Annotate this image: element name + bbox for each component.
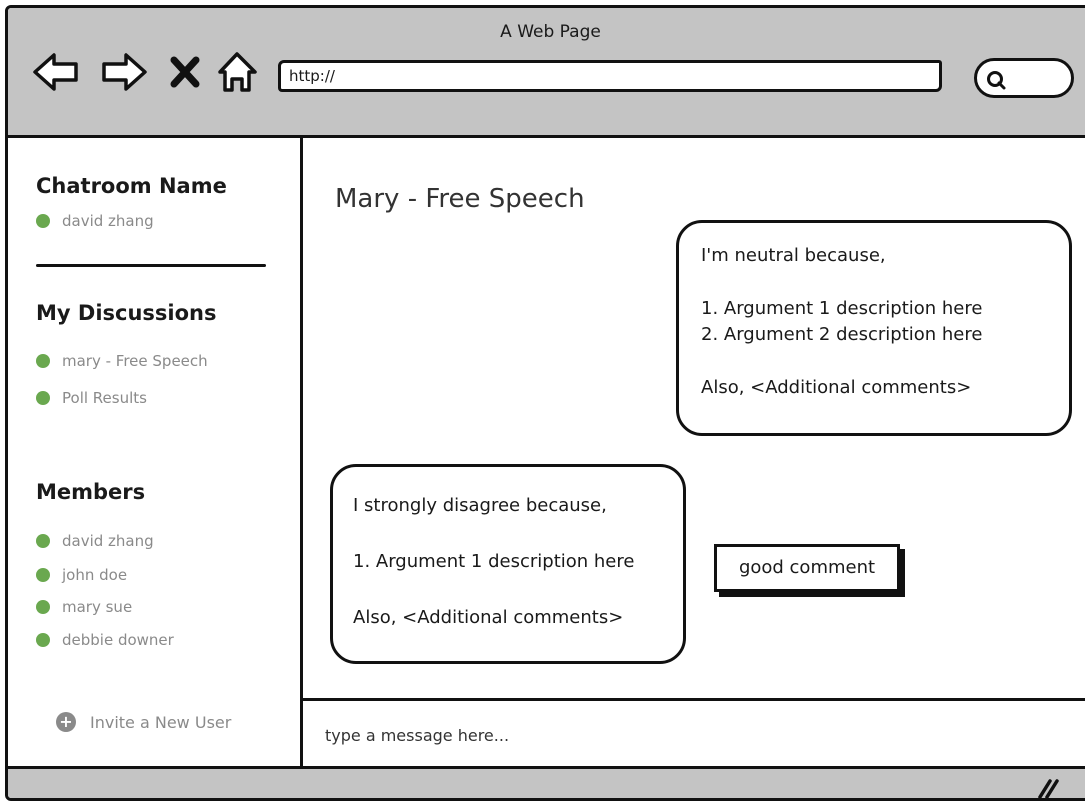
message-argument: 1. Argument 1 description here xyxy=(353,551,635,572)
search-field[interactable] xyxy=(974,58,1074,98)
page-title: Mary - Free Speech xyxy=(335,184,585,214)
member-label: david zhang xyxy=(62,532,154,550)
discussion-label: mary - Free Speech xyxy=(62,352,208,370)
message-extra: Also, <Additional comments> xyxy=(353,607,624,628)
message-input[interactable] xyxy=(323,717,1027,753)
member-label: mary sue xyxy=(62,598,133,616)
online-status-icon xyxy=(36,600,50,614)
status-dot-icon xyxy=(36,354,50,368)
members-heading: Members xyxy=(36,480,146,504)
chatroom-user: david zhang xyxy=(36,212,154,230)
message-extra: Also, <Additional comments> xyxy=(701,377,972,398)
chat-panel: Mary - Free Speech I'm neutral because, … xyxy=(303,138,1085,698)
chatroom-heading: Chatroom Name xyxy=(36,174,227,198)
discussion-label: Poll Results xyxy=(62,389,147,407)
resize-grip-icon[interactable] xyxy=(1036,777,1060,799)
online-status-icon xyxy=(36,568,50,582)
online-status-icon xyxy=(36,633,50,647)
sidebar: Chatroom Name david zhang My Discussions… xyxy=(8,138,303,766)
plus-circle-icon: + xyxy=(56,712,76,732)
good-comment-button[interactable]: good comment xyxy=(714,544,900,592)
discussions-heading: My Discussions xyxy=(36,301,217,325)
member-item[interactable]: debbie downer xyxy=(36,631,174,649)
message-argument: 1. Argument 1 description here xyxy=(701,298,983,319)
message-intro: I'm neutral because, xyxy=(701,245,886,266)
member-label: debbie downer xyxy=(62,631,174,649)
chatroom-user-label: david zhang xyxy=(62,212,154,230)
forward-icon[interactable] xyxy=(100,50,147,94)
message-bubble: I'm neutral because, 1. Argument 1 descr… xyxy=(676,220,1072,436)
member-label: john doe xyxy=(62,566,128,584)
online-status-icon xyxy=(36,214,50,228)
member-item[interactable]: mary sue xyxy=(36,598,132,616)
message-argument: 2. Argument 2 description here xyxy=(701,324,983,345)
discussion-item-free-speech[interactable]: mary - Free Speech xyxy=(36,352,208,370)
browser-window: A Web Page http:// Chatroom Name david z… xyxy=(5,5,1085,801)
message-composer xyxy=(303,698,1085,769)
status-bar xyxy=(8,766,1085,799)
address-bar[interactable]: http:// xyxy=(278,60,942,92)
message-intro: I strongly disagree because, xyxy=(353,495,607,516)
window-title: A Web Page xyxy=(500,22,601,42)
discussion-item-poll-results[interactable]: Poll Results xyxy=(36,389,147,407)
back-icon[interactable] xyxy=(32,50,78,94)
divider xyxy=(36,264,266,267)
member-item[interactable]: david zhang xyxy=(36,532,154,550)
invite-user-button[interactable]: + Invite a New User xyxy=(56,712,231,732)
browser-toolbar: A Web Page http:// xyxy=(8,8,1085,138)
message-bubble: I strongly disagree because, 1. Argument… xyxy=(330,464,686,664)
home-icon[interactable] xyxy=(216,50,260,94)
stop-icon[interactable] xyxy=(170,50,214,94)
search-icon xyxy=(987,71,1006,90)
online-status-icon xyxy=(36,534,50,548)
status-dot-icon xyxy=(36,391,50,405)
member-item[interactable]: john doe xyxy=(36,566,127,584)
invite-label: Invite a New User xyxy=(90,712,232,732)
